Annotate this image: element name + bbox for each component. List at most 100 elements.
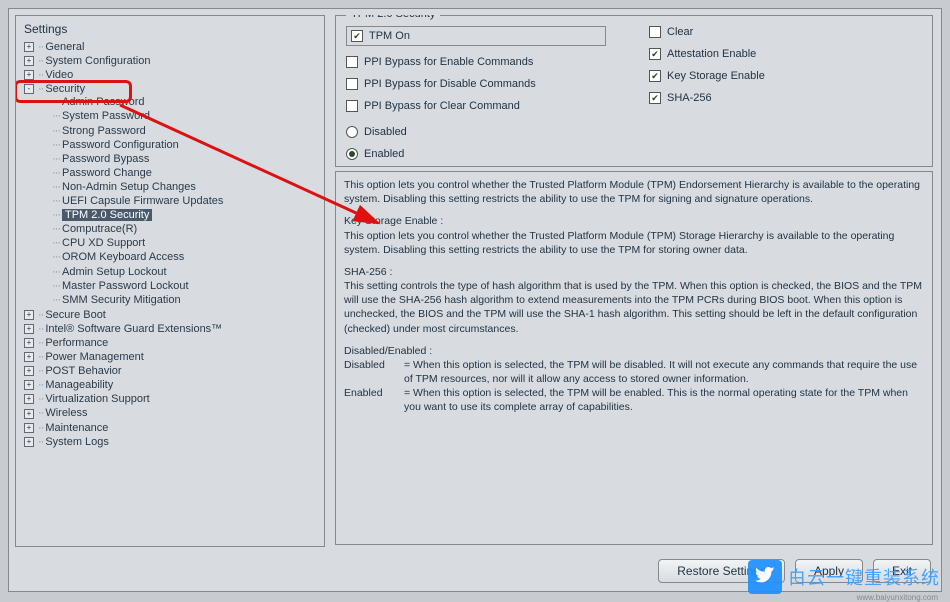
checkbox-option[interactable]: SHA-256 (649, 92, 922, 104)
tree-item[interactable]: +··Power Management (18, 350, 322, 364)
tree-subitem[interactable]: ···Password Change (46, 166, 322, 180)
tree-expander-icon[interactable]: + (24, 324, 34, 334)
tree-subitem-label: Password Bypass (62, 153, 149, 165)
radio-icon[interactable] (346, 126, 358, 138)
desc-table: Disabled= When this option is selected, … (344, 358, 924, 415)
tree-item[interactable]: +··General (18, 40, 322, 54)
checkbox-option[interactable]: Clear (649, 26, 922, 38)
tree-expander-icon[interactable]: + (24, 437, 34, 447)
tree-item-label: Manageability (45, 379, 113, 391)
checkbox-option[interactable]: PPI Bypass for Disable Commands (346, 78, 619, 90)
groupbox-title: TPM 2.0 Security (346, 15, 440, 20)
tree-subitem-label: SMM Security Mitigation (62, 294, 181, 306)
tree-subitem[interactable]: ···Strong Password (46, 124, 322, 138)
tree-subitem[interactable]: ···Master Password Lockout (46, 279, 322, 293)
tree-expander-icon[interactable]: + (24, 409, 34, 419)
checks-right-col: Clear Attestation Enable Key Storage Enabl… (649, 26, 922, 112)
tree-subitem[interactable]: ···Non-Admin Setup Changes (46, 180, 322, 194)
tree-item[interactable]: +··Maintenance (18, 421, 322, 435)
tree-item-label: POST Behavior (45, 365, 121, 377)
tree-item[interactable]: +··Virtualization Support (18, 392, 322, 406)
checkbox-icon[interactable] (649, 48, 661, 60)
watermark-badge-icon (748, 560, 782, 594)
checkbox-option[interactable]: PPI Bypass for Clear Command (346, 100, 619, 112)
tree-item-label: Secure Boot (45, 309, 106, 321)
tree-item[interactable]: +··Secure Boot (18, 308, 322, 322)
tree-subitem[interactable]: ···CPU XD Support (46, 236, 322, 250)
tree-subitem-label: Admin Password (62, 96, 145, 108)
tree-item[interactable]: +··POST Behavior (18, 364, 322, 378)
radio-icon[interactable] (346, 148, 358, 160)
tree-subitem-label: OROM Keyboard Access (62, 252, 184, 264)
radio-group: Disabled Enabled (346, 126, 922, 160)
checkbox-option[interactable]: Attestation Enable (649, 48, 922, 60)
tree-expander-icon[interactable]: + (24, 423, 34, 433)
tree-item[interactable]: +··Intel® Software Guard Extensions™ (18, 322, 322, 336)
desc-heading: Disabled/Enabled : (344, 344, 924, 358)
tree-expander-icon[interactable]: + (24, 310, 34, 320)
tree-subitem[interactable]: ···Computrace(R) (46, 222, 322, 236)
desc-heading: Key Storage Enable : (344, 214, 924, 228)
tree-item[interactable]: +··Wireless (18, 406, 322, 420)
tree-subitem[interactable]: ···System Password (46, 109, 322, 123)
tree-expander-icon[interactable]: + (24, 352, 34, 362)
tree-item-label: Security (45, 83, 85, 95)
tree-expander-icon[interactable]: + (24, 42, 34, 52)
tree-expander-icon[interactable]: + (24, 380, 34, 390)
tree-item-label: Performance (45, 337, 108, 349)
checkbox-icon[interactable] (346, 78, 358, 90)
checkbox-option[interactable]: PPI Bypass for Enable Commands (346, 56, 619, 68)
checkbox-icon[interactable] (649, 70, 661, 82)
tree-subitem-label: UEFI Capsule Firmware Updates (62, 195, 223, 207)
desc-heading: SHA-256 : (344, 265, 924, 279)
tree-item[interactable]: +··Video (18, 68, 322, 82)
tree-subitem[interactable]: ···OROM Keyboard Access (46, 250, 322, 264)
tree-expander-icon[interactable]: + (24, 56, 34, 66)
tree-subitem[interactable]: ···UEFI Capsule Firmware Updates (46, 194, 322, 208)
tree-subitem[interactable]: ···TPM 2.0 Security (46, 208, 322, 222)
tree-subitem-label: Master Password Lockout (62, 280, 189, 292)
tree-subitem-label: Strong Password (62, 125, 146, 137)
settings-tree[interactable]: +··General+··System Configuration+··Vide… (18, 40, 322, 449)
tree-item[interactable]: +··System Logs (18, 435, 322, 449)
tree-expander-icon[interactable]: - (24, 84, 34, 94)
checkbox-option[interactable]: TPM On (346, 26, 606, 46)
tree-item-label: System Configuration (45, 55, 150, 67)
checkbox-label: Attestation Enable (667, 48, 756, 60)
tree-subitem[interactable]: ···Password Configuration (46, 138, 322, 152)
checkbox-label: SHA-256 (667, 92, 712, 104)
checkbox-icon[interactable] (346, 56, 358, 68)
radio-option[interactable]: Disabled (346, 126, 922, 138)
tree-expander-icon[interactable]: + (24, 366, 34, 376)
desc-row-text: = When this option is selected, the TPM … (404, 386, 924, 414)
desc-paragraph: This option lets you control whether the… (344, 178, 924, 206)
tree-subitem-label: System Password (62, 111, 150, 123)
tree-expander-icon[interactable]: + (24, 338, 34, 348)
tree-item[interactable]: -··Security···Admin Password···System Pa… (18, 82, 322, 308)
tree-expander-icon[interactable]: + (24, 394, 34, 404)
watermark-url: www.baiyunxitong.com (857, 593, 938, 602)
checkbox-icon[interactable] (351, 30, 363, 42)
main-area: Settings +··General+··System Configurati… (9, 9, 941, 553)
desc-row-label: Disabled (344, 358, 404, 386)
tree-subitem[interactable]: ···Admin Password (46, 95, 322, 109)
checkbox-option[interactable]: Key Storage Enable (649, 70, 922, 82)
tree-subitem[interactable]: ···Password Bypass (46, 152, 322, 166)
checkbox-label: PPI Bypass for Disable Commands (364, 78, 536, 90)
watermark-text: 白云一键重装系统 (788, 564, 940, 590)
checkbox-icon[interactable] (649, 92, 661, 104)
tree-subitem-label: Non-Admin Setup Changes (62, 181, 196, 193)
tree-subitem[interactable]: ···SMM Security Mitigation (46, 293, 322, 307)
radio-option[interactable]: Enabled (346, 148, 922, 160)
bios-window: Settings +··General+··System Configurati… (8, 8, 942, 592)
tree-item[interactable]: +··Performance (18, 336, 322, 350)
tree-item[interactable]: +··Manageability (18, 378, 322, 392)
tree-subitem[interactable]: ···Admin Setup Lockout (46, 265, 322, 279)
checkbox-icon[interactable] (649, 26, 661, 38)
checkbox-label: Clear (667, 26, 693, 38)
tree-subitem-label: Admin Setup Lockout (62, 266, 167, 278)
tree-expander-icon[interactable]: + (24, 70, 34, 80)
tree-subitem-label: TPM 2.0 Security (62, 209, 152, 221)
checkbox-icon[interactable] (346, 100, 358, 112)
tree-item[interactable]: +··System Configuration (18, 54, 322, 68)
